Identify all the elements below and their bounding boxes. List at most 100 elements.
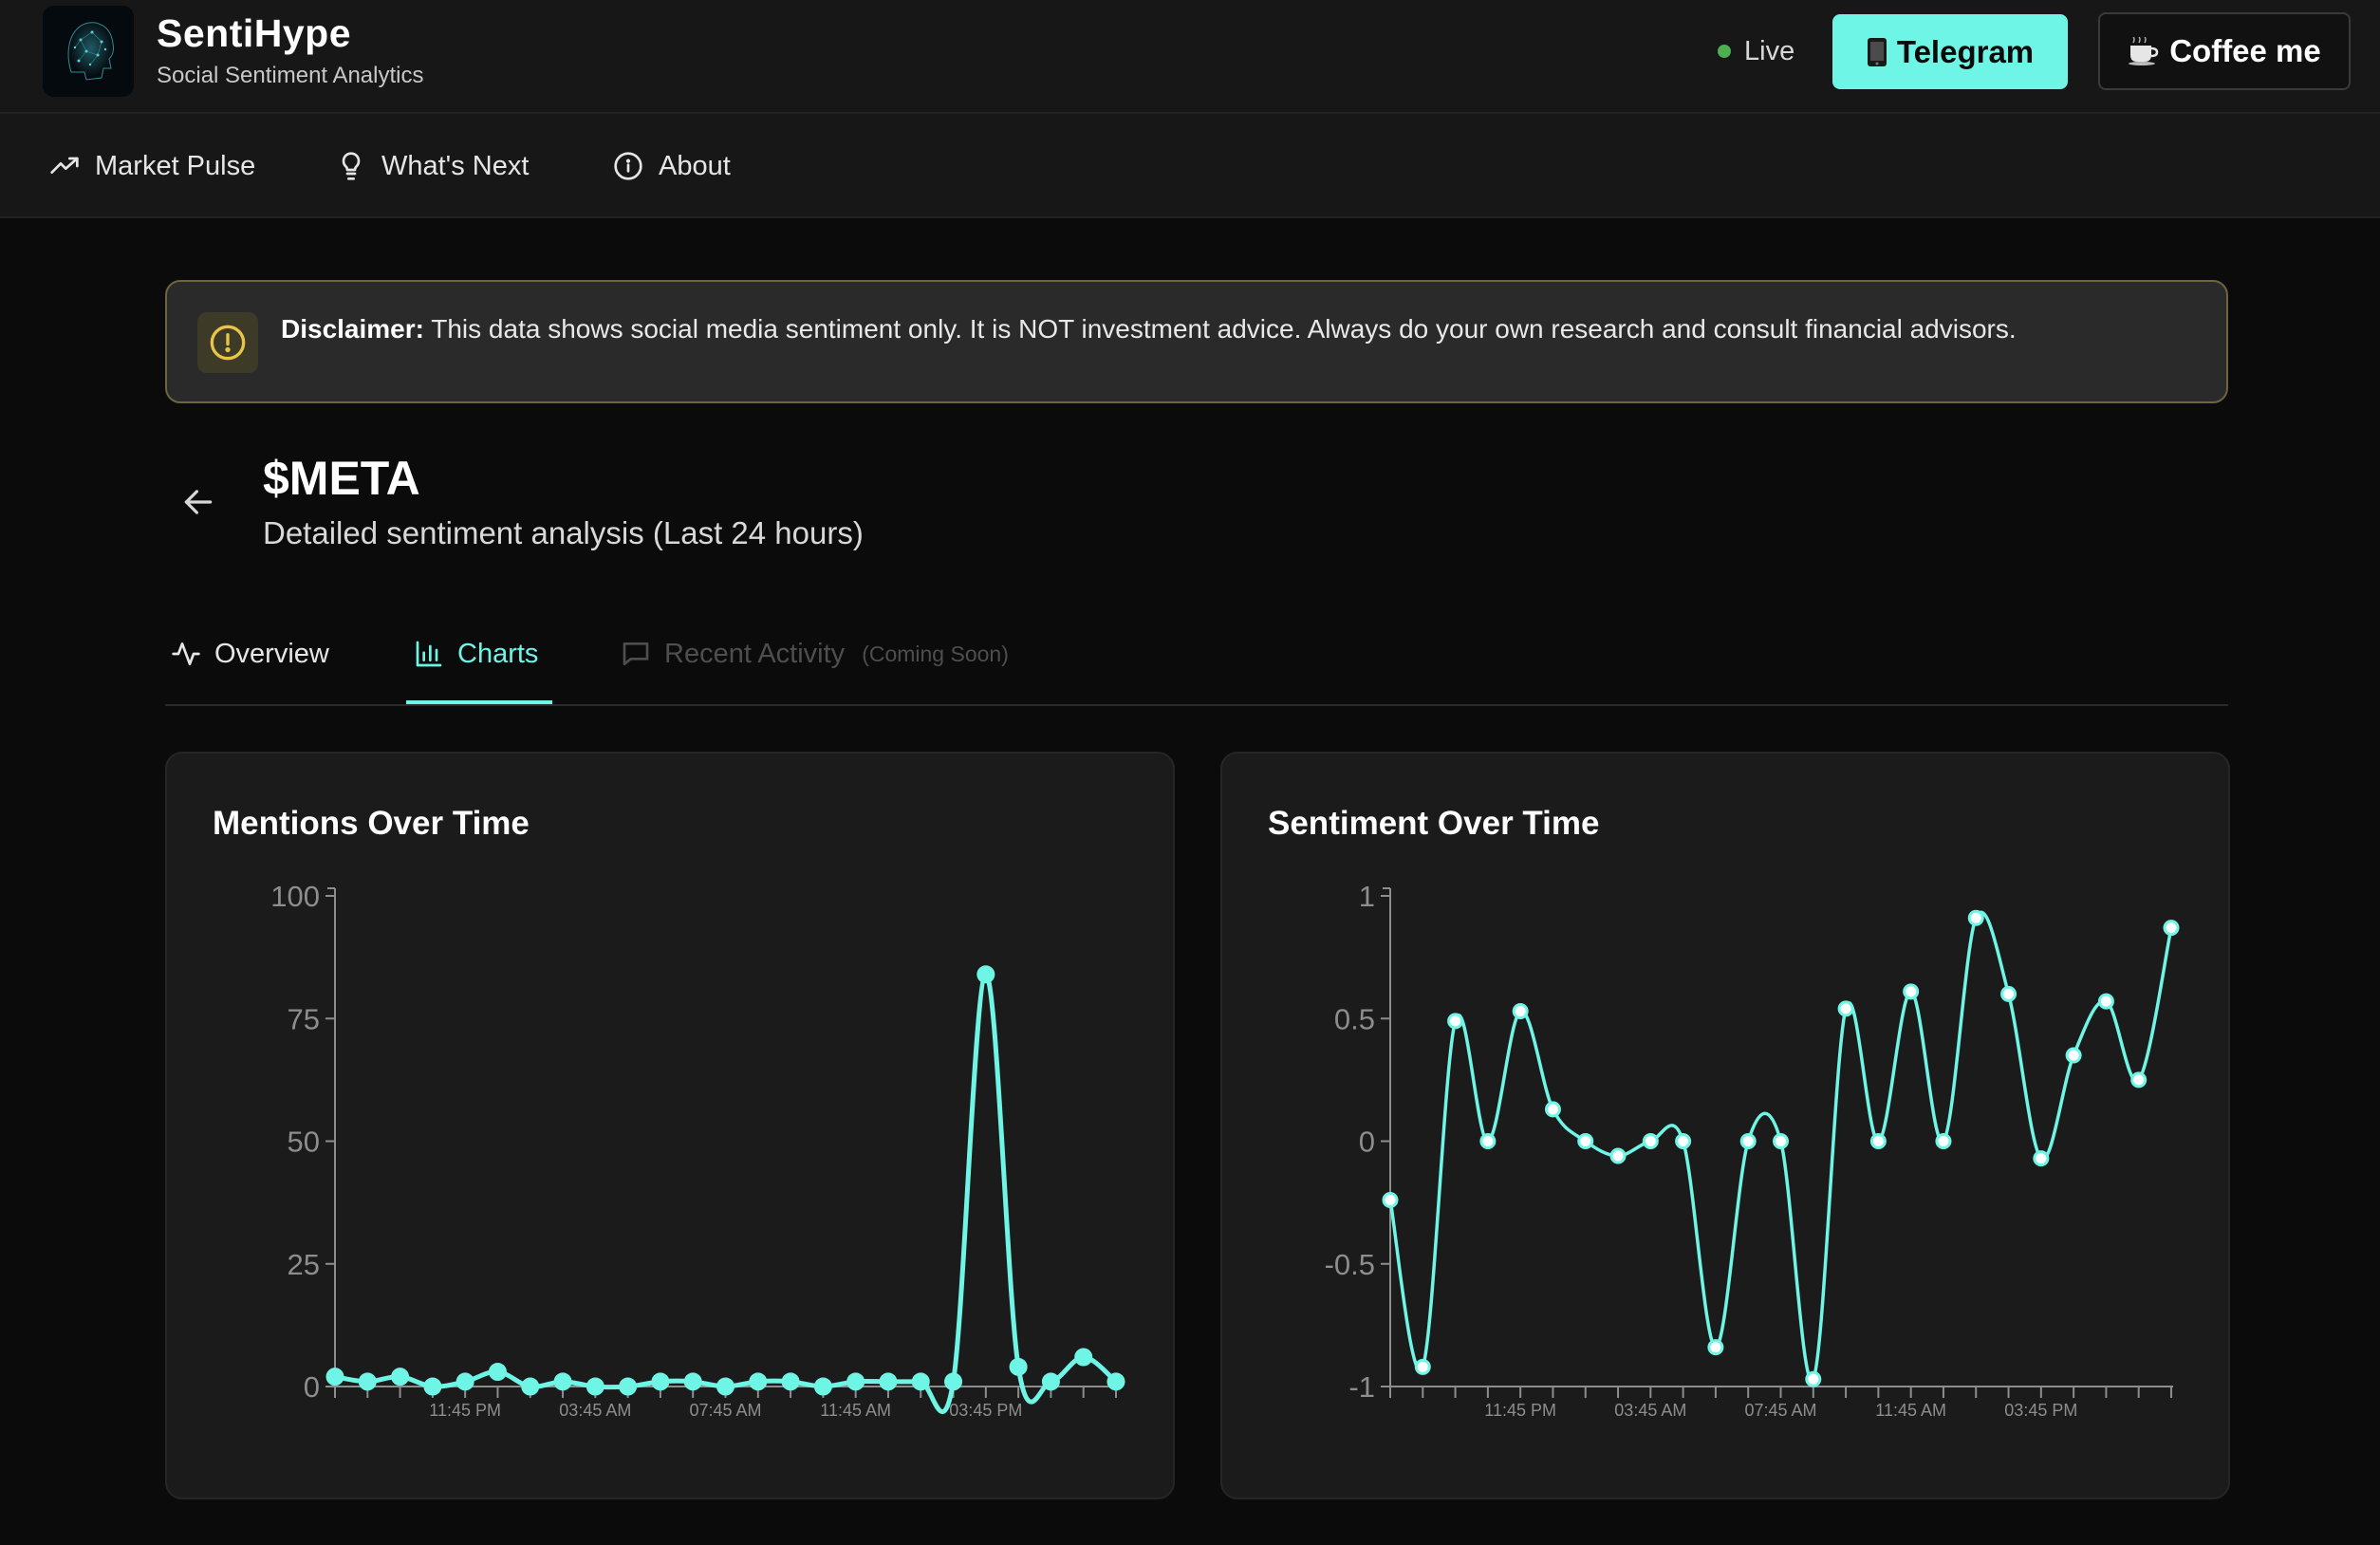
data-point: [1642, 1133, 1659, 1149]
y-tick-label: 0: [304, 1370, 320, 1404]
tab-overview[interactable]: Overview: [171, 630, 329, 678]
data-point: [1074, 1348, 1093, 1367]
data-point: [1382, 1192, 1399, 1209]
series-line: [334, 972, 1118, 1414]
y-tick-label: 25: [288, 1248, 320, 1281]
y-tick-label: 100: [270, 880, 320, 913]
sentiment-chart[interactable]: -1 -0.5 0 0.5 1 11:45 PM 03:45 AM 07:45 AM 11:45…: [1222, 754, 2232, 1501]
y-tick-label: -0.5: [1325, 1248, 1375, 1281]
message-icon: [623, 642, 649, 665]
data-point: [619, 1377, 638, 1396]
data-point: [2065, 1047, 2082, 1064]
x-tick-label: 03:45 PM: [949, 1401, 1022, 1420]
warning-icon: [197, 312, 258, 373]
x-tick-label: 03:45 AM: [1614, 1401, 1686, 1420]
disclaimer-text: Disclaimer: This data shows social media…: [281, 314, 2017, 344]
disclaimer-banner: Disclaimer: This data shows social media…: [165, 280, 2228, 403]
disclaimer-title: Disclaimer:: [281, 314, 424, 344]
data-point: [2163, 920, 2180, 937]
data-point: [488, 1362, 507, 1381]
data-point: [1837, 1000, 1854, 1017]
active-tab-indicator: [406, 700, 552, 704]
activity-icon: [172, 642, 200, 665]
x-tick-label: 03:45 AM: [559, 1401, 631, 1420]
mentions-chart-card: Mentions Over Time 0 25 50 75 100 11:45 PM 03:…: [165, 752, 1175, 1499]
data-point: [1479, 1133, 1497, 1149]
x-tick-label: 11:45 PM: [429, 1401, 501, 1420]
detail-tabs: Overview Charts Recent Activity (Coming …: [165, 617, 2228, 706]
tab-charts[interactable]: Charts: [414, 630, 538, 678]
data-point: [325, 1368, 344, 1387]
app-logo[interactable]: [43, 6, 134, 97]
y-tick-label: 0: [1359, 1126, 1375, 1159]
back-arrow-icon[interactable]: [180, 484, 216, 520]
live-indicator: Live: [1718, 32, 1794, 70]
data-point: [2097, 993, 2114, 1010]
data-point: [586, 1377, 604, 1396]
data-point: [1805, 1370, 1822, 1387]
nav-item-label: About: [659, 150, 731, 181]
data-point: [1512, 1002, 1529, 1019]
data-point: [1967, 909, 1984, 926]
x-tick-label: 07:45 AM: [689, 1401, 761, 1420]
nav-item-about[interactable]: About: [613, 142, 731, 190]
data-point: [749, 1372, 768, 1391]
coffee-icon: [2129, 37, 2159, 65]
nav-item-label: What's Next: [381, 150, 530, 181]
tab-label: Overview: [214, 638, 329, 669]
data-point: [1009, 1357, 1028, 1376]
live-label: Live: [1744, 35, 1795, 66]
data-point: [521, 1377, 540, 1396]
data-point: [456, 1372, 474, 1391]
nav-item-label: Market Pulse: [95, 150, 256, 181]
data-point: [683, 1372, 702, 1391]
data-point: [716, 1377, 734, 1396]
data-point: [1707, 1339, 1724, 1356]
data-point: [2130, 1071, 2148, 1089]
data-point: [1414, 1358, 1431, 1375]
data-point: [1935, 1133, 1952, 1149]
y-tick-label: -1: [1348, 1370, 1375, 1404]
data-point: [1869, 1133, 1887, 1149]
bar-chart-icon: [416, 641, 442, 667]
app-header: SentiHype Social Sentiment Analytics Liv…: [0, 0, 2380, 114]
brand-title: SentiHype: [157, 11, 351, 55]
live-dot-icon: [1718, 45, 1731, 58]
page-subtitle: Detailed sentiment analysis (Last 24 hou…: [263, 515, 864, 550]
nav-item-whats-next[interactable]: What's Next: [336, 142, 529, 190]
data-point: [1544, 1101, 1561, 1118]
tab-recent-activity: Recent Activity (Coming Soon): [621, 630, 1009, 678]
trending-up-icon: [50, 157, 79, 174]
nav-item-market-pulse[interactable]: Market Pulse: [49, 142, 255, 190]
data-point: [1675, 1133, 1692, 1149]
data-point: [944, 1372, 963, 1391]
data-point: [651, 1372, 670, 1391]
data-point: [423, 1377, 442, 1396]
x-tick-label: 03:45 PM: [2004, 1401, 2077, 1420]
y-tick-label: 1: [1359, 880, 1375, 913]
telegram-button[interactable]: Telegram: [1832, 14, 2068, 89]
coffee-button[interactable]: Coffee me: [2098, 12, 2351, 90]
tab-label: Recent Activity: [664, 638, 846, 669]
phone-icon: [1867, 37, 1887, 66]
coffee-label: Coffee me: [2169, 33, 2321, 68]
y-tick-label: 50: [288, 1126, 320, 1159]
data-point: [781, 1372, 800, 1391]
data-point: [1903, 983, 1920, 1000]
y-tick-label: 75: [288, 1002, 320, 1035]
data-point: [1577, 1133, 1594, 1149]
data-point: [1447, 1013, 1464, 1030]
sentiment-chart-card: Sentiment Over Time -1 -0.5 0 0.5 1 11:45 PM 0…: [1220, 752, 2230, 1499]
page-title: $META: [263, 452, 420, 505]
data-point: [1773, 1133, 1789, 1149]
mentions-chart[interactable]: 0 25 50 75 100 11:45 PM 03:45 AM 07:45 AM 11:45 …: [167, 754, 1177, 1501]
data-point: [911, 1372, 930, 1391]
data-point: [1106, 1372, 1125, 1391]
brand-subtitle: Social Sentiment Analytics: [157, 63, 424, 88]
lightbulb-icon: [342, 152, 361, 180]
data-point: [813, 1377, 832, 1396]
data-point: [846, 1372, 865, 1391]
x-tick-label: 11:45 AM: [820, 1401, 891, 1420]
data-point: [2000, 985, 2017, 1002]
data-point: [1041, 1372, 1060, 1391]
